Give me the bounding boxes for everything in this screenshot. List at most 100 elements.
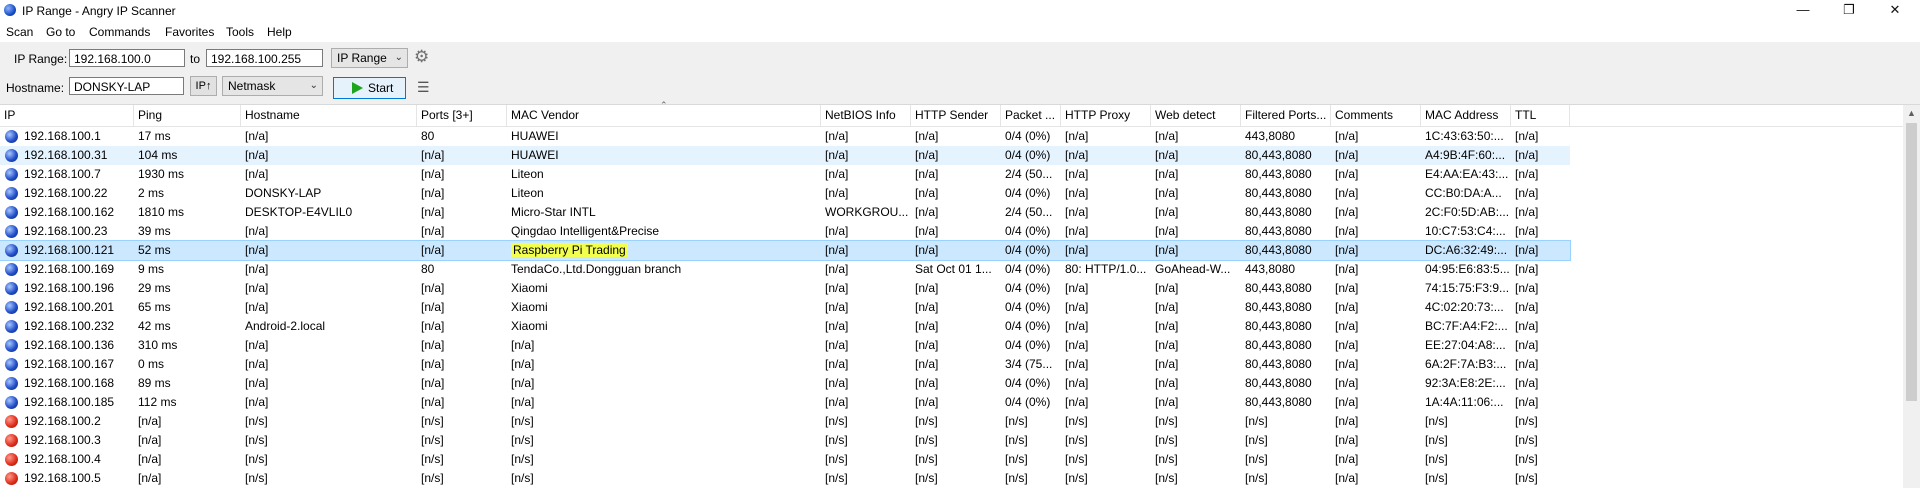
cell-packet: [n/s] — [1005, 452, 1028, 466]
cell-ttl: [n/a] — [1515, 186, 1539, 200]
column-header-ttl[interactable]: TTL — [1511, 105, 1570, 126]
hostname-label: Hostname: — [6, 81, 65, 95]
cell-hostname: [n/s] — [245, 471, 268, 485]
menu-tools[interactable]: Tools — [226, 25, 254, 39]
column-header-http-sender[interactable]: HTTP Sender — [911, 105, 1001, 126]
cell-ip: 192.168.100.185 — [24, 395, 115, 409]
netmask-select[interactable]: Netmask ⌄ — [222, 76, 323, 96]
cell-mac-vendor: Xiaomi — [511, 319, 548, 333]
cell-filtered-ports: [n/s] — [1245, 414, 1268, 428]
column-header-ip[interactable]: IP — [0, 105, 134, 126]
column-header-ports[interactable]: Ports [3+] — [417, 105, 507, 126]
menu-commands[interactable]: Commands — [89, 25, 150, 39]
scroll-up-icon[interactable]: ▲ — [1903, 105, 1920, 122]
cell-web-detect: [n/a] — [1155, 300, 1179, 314]
column-header-hostname[interactable]: Hostname — [241, 105, 417, 126]
netmask-select-value: Netmask — [228, 79, 276, 93]
cell-comments: [n/a] — [1335, 281, 1359, 295]
cell-netbios: [n/a] — [825, 300, 849, 314]
menu-favorites[interactable]: Favorites — [165, 25, 214, 39]
table-row[interactable]: 192.168.100.167 0 ms [n/a] [n/a] [n/a] [n/a] [… — [0, 355, 1570, 374]
column-header-web-detect[interactable]: Web detect — [1151, 105, 1241, 126]
table-row[interactable]: 192.168.100.201 65 ms [n/a] [n/a] Xiaomi [n/a… — [0, 298, 1570, 317]
cell-comments: [n/a] — [1335, 338, 1359, 352]
range-start-input[interactable]: 192.168.100.0 — [69, 49, 185, 67]
cell-hostname: [n/a] — [245, 300, 269, 314]
cell-hostname: [n/a] — [245, 167, 269, 181]
cell-http-sender: [n/a] — [915, 148, 939, 162]
scrollbar-thumb[interactable] — [1906, 123, 1917, 401]
ip-up-button[interactable]: IP↑ — [190, 76, 217, 96]
table-row[interactable]: 192.168.100.1 17 ms [n/a] 80 HUAWEI [n/a] [n/a… — [0, 127, 1570, 146]
cell-filtered-ports: 80,443,8080 — [1245, 395, 1312, 409]
cell-comments: [n/a] — [1335, 262, 1359, 276]
column-header-filtered-ports[interactable]: Filtered Ports... — [1241, 105, 1331, 126]
table-row[interactable]: 192.168.100.136 310 ms [n/a] [n/a] [n/a] [n/a… — [0, 336, 1570, 355]
table-row[interactable]: 192.168.100.7 1930 ms [n/a] [n/a] Liteon [n/a… — [0, 165, 1570, 184]
table-row[interactable]: 192.168.100.23 39 ms [n/a] [n/a] Qingdao Int… — [0, 222, 1570, 241]
cell-mac-vendor: HUAWEI — [511, 148, 559, 162]
cell-comments: [n/a] — [1335, 300, 1359, 314]
cell-hostname: [n/a] — [245, 338, 269, 352]
cell-web-detect: [n/a] — [1155, 376, 1179, 390]
cell-ping: [n/a] — [138, 452, 162, 466]
close-button[interactable]: ✕ — [1872, 0, 1918, 22]
range-end-input[interactable]: 192.168.100.255 — [206, 49, 323, 67]
maximize-button[interactable]: ❐ — [1826, 0, 1872, 22]
column-header-comments[interactable]: Comments — [1331, 105, 1421, 126]
host-dead-icon — [5, 415, 18, 428]
table-row[interactable]: 192.168.100.5 [n/a] [n/s] [n/s] [n/s] [n/s] [n… — [0, 469, 1570, 488]
cell-ttl: [n/a] — [1515, 129, 1539, 143]
table-row[interactable]: 192.168.100.168 89 ms [n/a] [n/a] [n/a] [n/a]… — [0, 374, 1570, 393]
cell-ip: 192.168.100.31 — [24, 148, 108, 162]
cell-ip: 192.168.100.5 — [24, 471, 101, 485]
cell-mac-vendor: Raspberry Pi Trading — [507, 241, 821, 260]
cell-packet: 0/4 (0%) — [1005, 148, 1051, 162]
table-row[interactable]: 192.168.100.3 [n/a] [n/s] [n/s] [n/s] [n/s] [n… — [0, 431, 1570, 450]
cell-http-sender: [n/a] — [915, 243, 939, 257]
cell-comments: [n/a] — [1335, 319, 1359, 333]
cell-ports: [n/a] — [421, 148, 445, 162]
cell-http-sender: [n/a] — [915, 167, 939, 181]
table-row[interactable]: 192.168.100.169 9 ms [n/a] 80 TendaCo.,Ltd.D… — [0, 260, 1570, 279]
column-header-http-proxy[interactable]: HTTP Proxy — [1061, 105, 1151, 126]
table-row[interactable]: 192.168.100.121 52 ms [n/a] [n/a] Raspberry … — [0, 240, 1571, 261]
cell-ttl: [n/s] — [1515, 433, 1538, 447]
cell-packet: 2/4 (50... — [1005, 205, 1053, 219]
feeder-select[interactable]: IP Range ⌄ — [331, 48, 408, 68]
table-row[interactable]: 192.168.100.2 [n/a] [n/s] [n/s] [n/s] [n/s] [n… — [0, 412, 1570, 431]
table-row[interactable]: 192.168.100.185 112 ms [n/a] [n/a] [n/a] [n/a… — [0, 393, 1570, 412]
table-row[interactable]: 192.168.100.22 2 ms DONSKY-LAP [n/a] Liteon [… — [0, 184, 1570, 203]
menu-scan[interactable]: Scan — [6, 25, 33, 39]
cell-hostname: [n/a] — [245, 129, 269, 143]
host-alive-icon — [5, 377, 18, 390]
cell-mac-address: 92:3A:E8:2E:... — [1425, 376, 1506, 390]
menu-help[interactable]: Help — [267, 25, 292, 39]
cell-ttl: [n/a] — [1515, 376, 1539, 390]
cell-ttl: [n/a] — [1515, 224, 1539, 238]
minimize-button[interactable]: — — [1780, 0, 1826, 22]
cell-mac-address: CC:B0:DA:A... — [1425, 186, 1502, 200]
table-row[interactable]: 192.168.100.232 42 ms Android-2.local [n/a]… — [0, 317, 1570, 336]
column-header-netbios[interactable]: NetBIOS Info — [821, 105, 911, 126]
host-alive-icon — [5, 168, 18, 181]
column-header-mac-address[interactable]: MAC Address — [1421, 105, 1511, 126]
vertical-scrollbar[interactable]: ▲ — [1903, 105, 1920, 488]
column-header-ping[interactable]: Ping — [134, 105, 241, 126]
menu-goto[interactable]: Go to — [46, 25, 75, 39]
gear-icon[interactable]: ⚙ — [414, 47, 429, 67]
cell-mac-vendor: [n/a] — [511, 338, 535, 352]
table-row[interactable]: 192.168.100.31 104 ms [n/a] [n/a] HUAWEI [n/a… — [0, 146, 1570, 165]
column-header-packet[interactable]: Packet ... — [1001, 105, 1061, 126]
cell-ping: 39 ms — [138, 224, 171, 238]
table-row[interactable]: 192.168.100.196 29 ms [n/a] [n/a] Xiaomi [n/a… — [0, 279, 1570, 298]
start-button[interactable]: Start — [333, 77, 406, 99]
cell-http-proxy: [n/a] — [1065, 376, 1089, 390]
cell-mac-address: 6A:2F:7A:B3:... — [1425, 357, 1507, 371]
cell-http-proxy: [n/a] — [1065, 319, 1089, 333]
hostname-input[interactable]: DONSKY-LAP — [69, 77, 184, 95]
columns-list-icon[interactable]: ☰ — [417, 79, 430, 96]
table-row[interactable]: 192.168.100.162 1810 ms DESKTOP-E4VLIL0 [n/… — [0, 203, 1570, 222]
table-row[interactable]: 192.168.100.4 [n/a] [n/s] [n/s] [n/s] [n/s] [n… — [0, 450, 1570, 469]
cell-hostname: [n/s] — [245, 452, 268, 466]
